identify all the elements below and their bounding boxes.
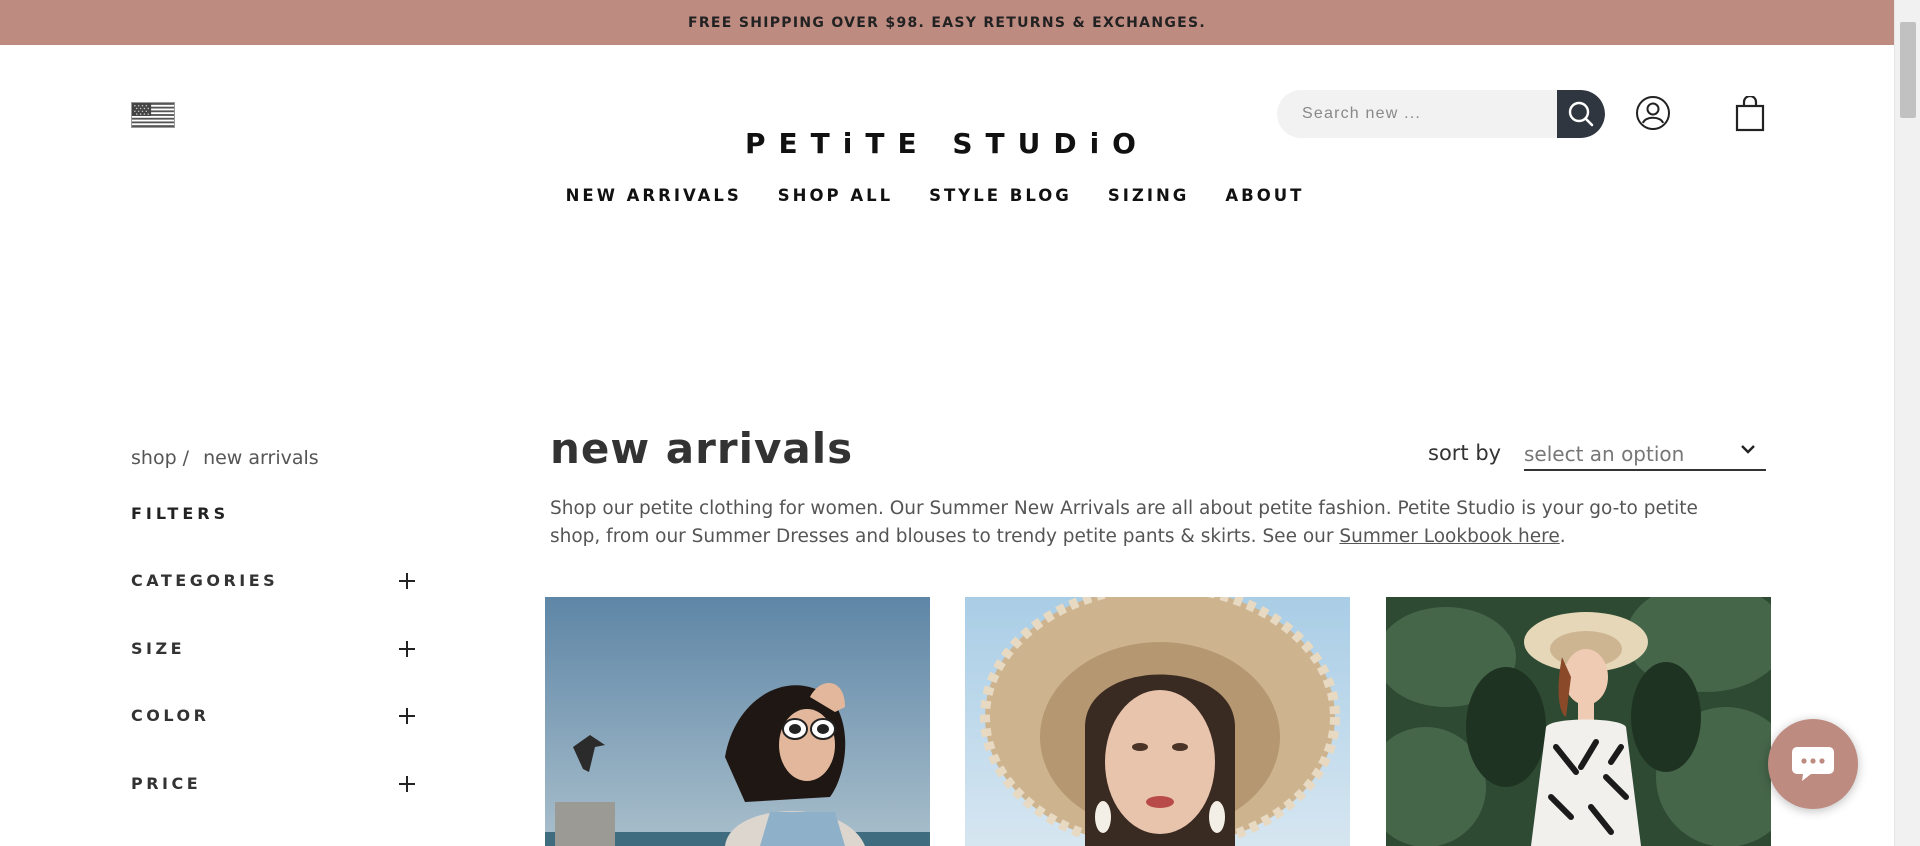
description-end: . — [1559, 526, 1566, 547]
nav-sizing[interactable]: SIZING — [1108, 186, 1189, 212]
woman-in-sun-hat-and-print-dress-photo — [1386, 597, 1771, 846]
product-card-1[interactable] — [545, 597, 930, 846]
nav-style-blog[interactable]: STYLE BLOG — [929, 186, 1072, 212]
main-navigation: NEW ARRIVALS SHOP ALL STYLE BLOG SIZING … — [566, 186, 1302, 212]
site-logo[interactable]: PETiTE STUDiO — [745, 126, 1136, 160]
chevron-down-icon — [1741, 445, 1755, 454]
product-grid — [545, 597, 1771, 846]
sort-control: sort by select an option — [1428, 433, 1766, 473]
collection-description: Shop our petite clothing for women. Our … — [550, 495, 1750, 551]
nav-about[interactable]: ABOUT — [1225, 186, 1304, 212]
chat-bubble-icon — [1792, 747, 1834, 781]
account-button[interactable] — [1635, 95, 1671, 131]
sort-select[interactable]: select an option — [1524, 433, 1766, 471]
plus-icon — [399, 640, 415, 657]
sort-selected-value: select an option — [1524, 442, 1685, 466]
breadcrumb-current: new arrivals — [203, 447, 319, 469]
search-input[interactable] — [1277, 90, 1555, 138]
shopping-bag-icon — [1735, 94, 1765, 132]
filter-label: SIZE — [131, 638, 186, 658]
woman-in-sunglasses-by-the-sea-photo — [545, 597, 930, 846]
search-icon — [1568, 101, 1594, 127]
plus-icon — [399, 573, 415, 589]
cart-button[interactable] — [1733, 94, 1767, 132]
filter-size[interactable]: SIZE — [131, 628, 421, 696]
us-flag-icon[interactable] — [131, 102, 175, 128]
nav-new-arrivals[interactable]: NEW ARRIVALS — [566, 186, 742, 212]
filter-price[interactable]: PRICE — [131, 763, 421, 831]
plus-icon — [399, 775, 415, 792]
nav-shop-all[interactable]: SHOP ALL — [778, 186, 893, 212]
product-card-3[interactable] — [1386, 597, 1771, 846]
announcement-bar: FREE SHIPPING OVER $98. EASY RETURNS & E… — [0, 0, 1894, 45]
breadcrumb-shop-link[interactable]: shop / — [131, 447, 189, 473]
filter-label: COLOR — [131, 706, 210, 725]
filter-categories[interactable]: CATEGORIES — [131, 560, 421, 628]
page-scrollbar[interactable] — [1894, 0, 1920, 846]
chat-button[interactable] — [1768, 719, 1858, 809]
plus-icon — [399, 708, 415, 724]
filter-label: PRICE — [131, 773, 202, 793]
filters-heading: FILTERS — [131, 504, 230, 523]
woman-in-straw-hat-photo — [965, 597, 1350, 846]
breadcrumb: shop / new arrivals — [131, 447, 319, 473]
scrollbar-thumb[interactable] — [1900, 22, 1916, 118]
summer-lookbook-link[interactable]: Summer Lookbook here — [1339, 526, 1559, 547]
user-icon — [1636, 96, 1670, 130]
page-title: new arrivals — [550, 424, 854, 473]
announcement-text: FREE SHIPPING OVER $98. EASY RETURNS & E… — [687, 14, 1206, 31]
filter-label: CATEGORIES — [131, 571, 279, 590]
filter-color[interactable]: COLOR — [131, 695, 421, 763]
sort-label: sort by — [1428, 441, 1502, 465]
filter-list: CATEGORIES SIZE COLOR PRICE — [131, 560, 421, 830]
product-card-2[interactable] — [965, 597, 1350, 846]
search-bar — [1277, 90, 1605, 138]
search-button[interactable] — [1557, 90, 1605, 138]
